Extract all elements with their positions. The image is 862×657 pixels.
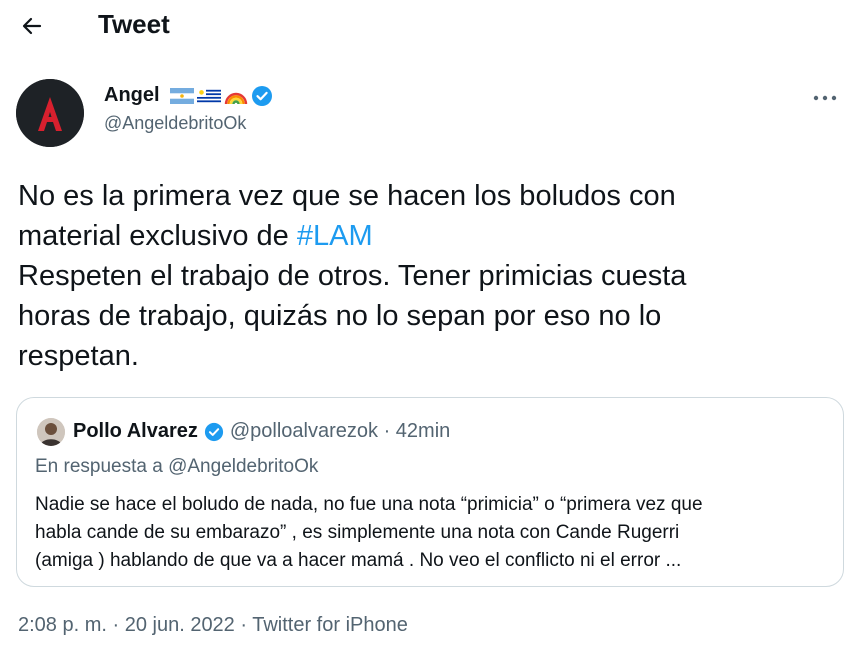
hashtag-link[interactable]: #LAM [297,220,373,252]
verified-badge-icon [204,422,223,441]
person-avatar-icon [37,418,65,446]
arrow-left-icon [22,17,42,35]
name-emojis [169,85,273,107]
quoted-avatar[interactable] [37,418,65,446]
tweet-line: No es la primera vez que se hacen los bo… [18,180,676,212]
quoted-line: (amiga ) hablando de que va a hacer mamá… [35,550,682,571]
verified-badge-icon [251,85,272,106]
rainbow-icon [224,92,247,104]
uruguay-flag-icon [196,87,221,104]
reply-context: En respuesta a @AngeldebritoOk [35,456,318,478]
quoted-header: Pollo Alvarez @polloalvarezok · 42min [73,420,450,443]
tweet-line: respetan. [18,340,139,372]
top-bar: Tweet [0,0,862,52]
tweet-line: material exclusivo de #LAM [18,216,838,256]
tweet-meta: 2:08 p. m. · 20 jun. 2022 · Twitter for … [18,614,408,637]
quoted-line: Nadie se hace el boludo de nada, no fue … [35,494,703,515]
quoted-tweet-card[interactable]: Pollo Alvarez @polloalvarezok · 42min En… [16,397,844,587]
tweet-line: Respeten el trabajo de otros. Tener prim… [18,260,687,292]
avatar-logo-icon [16,79,84,147]
author-handle[interactable]: @AngeldebritoOk [104,113,246,134]
quoted-author-name[interactable]: Pollo Alvarez [73,420,198,443]
quoted-handle-time[interactable]: @polloalvarezok · 42min [230,420,450,443]
tweet-text: No es la primera vez que se hacen los bo… [18,176,838,376]
author-name[interactable]: Angel [104,84,160,107]
argentina-flag-icon [169,87,194,104]
reply-label: En respuesta a [35,456,169,477]
author-name-row[interactable]: Angel [104,84,273,107]
quoted-text: Nadie se hace el boludo de nada, no fue … [35,491,835,575]
more-dots-icon [813,95,837,101]
tweet-text-segment: material exclusivo de [18,220,297,252]
avatar[interactable] [16,79,84,147]
tweet-timestamp[interactable]: 2:08 p. m. · 20 jun. 2022 · [18,614,252,636]
quoted-line: habla cande de su embarazo” , es simplem… [35,522,680,543]
reply-to-handle[interactable]: @AngeldebritoOk [168,456,318,477]
back-button[interactable] [14,8,50,44]
tweet-line: horas de trabajo, quizás no lo sepan por… [18,300,662,332]
page-title: Tweet [98,9,170,39]
more-options-button[interactable] [808,86,842,110]
tweet-source[interactable]: Twitter for iPhone [252,614,408,636]
